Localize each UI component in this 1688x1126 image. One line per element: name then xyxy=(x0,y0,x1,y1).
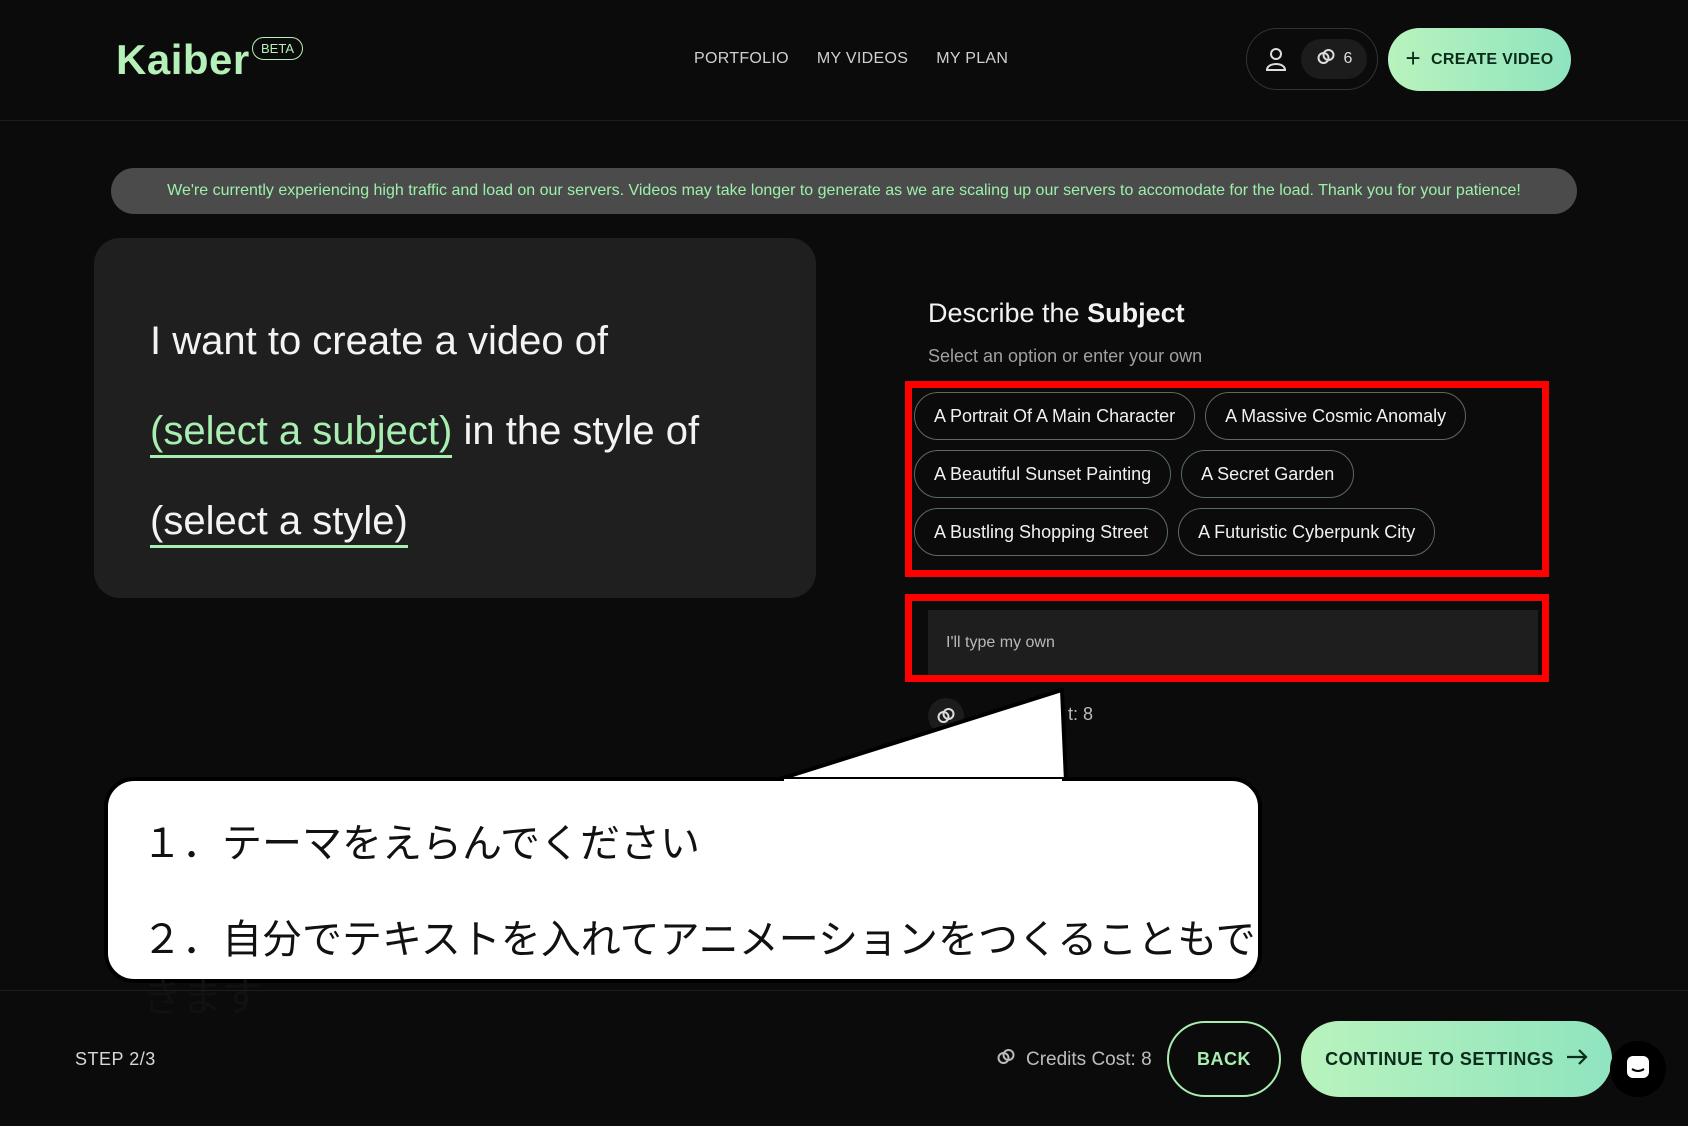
plus-icon: + xyxy=(1405,43,1422,73)
create-video-label: CREATE VIDEO xyxy=(1431,50,1554,68)
nav-my-videos[interactable]: MY VIDEOS xyxy=(817,50,908,68)
back-button[interactable]: BACK xyxy=(1167,1021,1281,1097)
credits-cost-label: Credits Cost: 8 xyxy=(1026,1049,1152,1070)
continue-label: CONTINUE TO SETTINGS xyxy=(1325,1048,1554,1069)
bottom-footer: STEP 2/3 Credits Cost: 8 BACK CONTINUE T… xyxy=(0,990,1688,1126)
credits-icon xyxy=(996,1047,1016,1073)
panel-title: Describe the Subject xyxy=(928,298,1185,329)
credits-count: 6 xyxy=(1343,50,1353,67)
kaiber-logo[interactable]: Kaiber xyxy=(116,36,250,84)
callout-line-1: １．テーマをえらんでください xyxy=(142,822,700,866)
beta-badge: BETA xyxy=(252,37,303,60)
prompt-sentence: I want to create a video of (select a su… xyxy=(150,296,790,566)
top-header: Kaiber BETA PORTFOLIO MY VIDEOS MY PLAN … xyxy=(0,0,1688,121)
select-subject-link[interactable]: (select a subject) xyxy=(150,409,453,458)
highlight-options-box xyxy=(905,381,1549,577)
create-video-button[interactable]: + CREATE VIDEO xyxy=(1388,28,1571,91)
user-icon[interactable] xyxy=(1265,47,1287,71)
continue-to-settings-button[interactable]: CONTINUE TO SETTINGS xyxy=(1301,1021,1612,1097)
prompt-middle: in the style of xyxy=(452,409,700,453)
credits-counter[interactable]: 6 xyxy=(1301,39,1367,79)
nav-portfolio[interactable]: PORTFOLIO xyxy=(694,50,789,68)
panel-title-bold: Subject xyxy=(1087,298,1185,328)
panel-title-prefix: Describe the xyxy=(928,298,1088,328)
credits-icon xyxy=(1316,47,1336,72)
step-indicator: STEP 2/3 xyxy=(75,1049,156,1069)
chat-support-button[interactable] xyxy=(1610,1041,1666,1097)
inline-credit-cost: t: 8 xyxy=(1068,704,1094,724)
callout-seam xyxy=(784,779,1062,787)
main-nav: PORTFOLIO MY VIDEOS MY PLAN xyxy=(694,50,1008,68)
chat-icon xyxy=(1625,1054,1651,1085)
credits-cost: Credits Cost: 8 xyxy=(996,1047,1152,1073)
account-pill[interactable]: 6 xyxy=(1246,28,1378,90)
highlight-input-box xyxy=(905,594,1549,682)
traffic-notice-banner: We're currently experiencing high traffi… xyxy=(111,168,1577,214)
credits-icon xyxy=(928,698,964,734)
select-style-link[interactable]: (select a style) xyxy=(150,499,408,548)
nav-my-plan[interactable]: MY PLAN xyxy=(936,50,1008,68)
prompt-card: I want to create a video of (select a su… xyxy=(94,238,816,598)
prompt-line-1: I want to create a video of xyxy=(150,319,609,363)
instruction-callout: １．テーマをえらんでください ２．自分でテキストを入れてアニメーションをつくるこ… xyxy=(104,777,1262,1020)
arrow-right-icon xyxy=(1566,1048,1588,1070)
panel-subtitle: Select an option or enter your own xyxy=(928,346,1203,366)
